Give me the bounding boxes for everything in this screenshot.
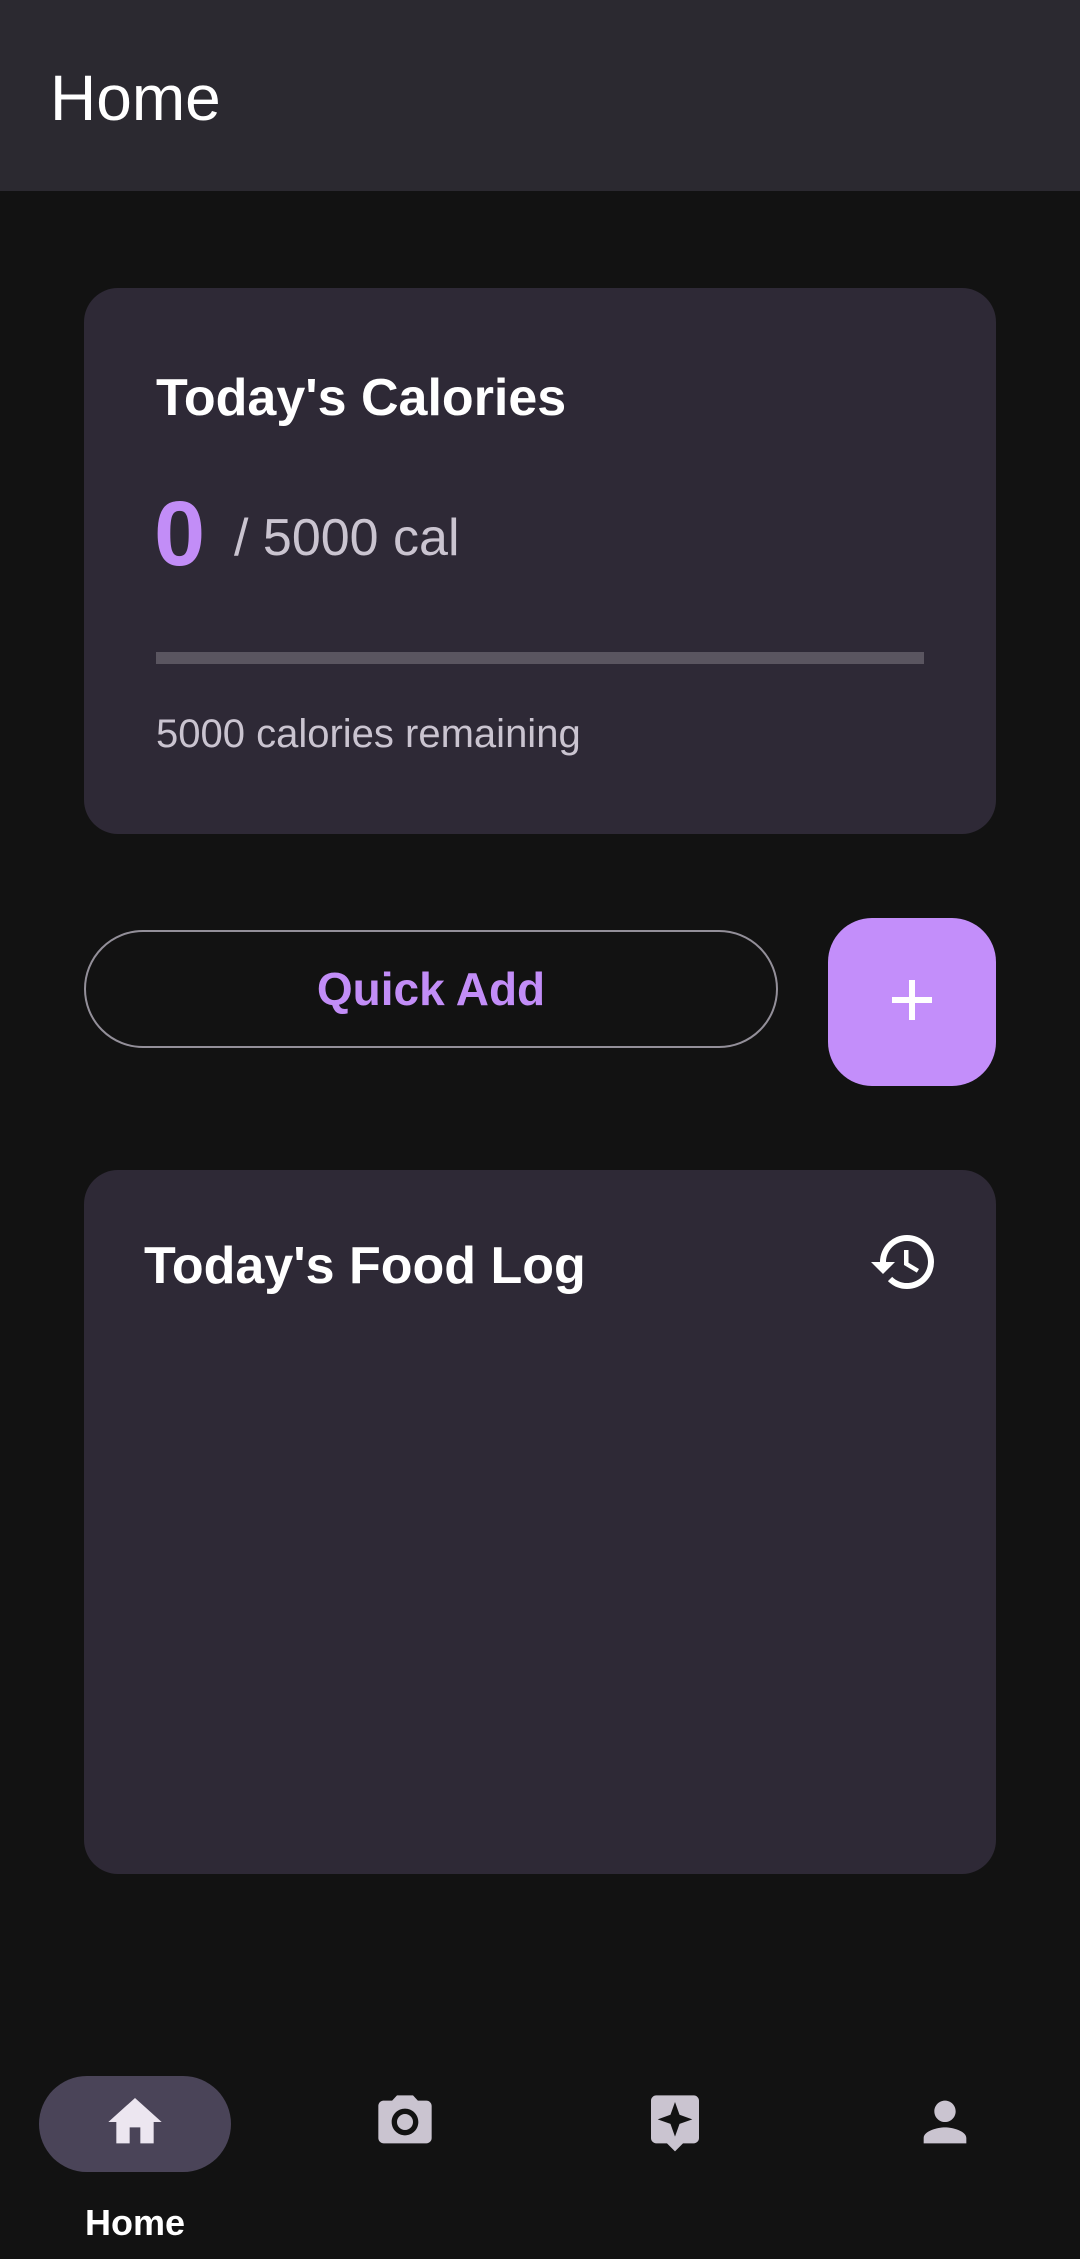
nav-ai-indicator <box>579 2076 771 2172</box>
nav-home-indicator <box>39 2076 231 2172</box>
calories-card: Today's Calories 0 / 5000 cal 5000 calor… <box>84 288 996 834</box>
quick-add-label: Quick Add <box>316 963 546 1015</box>
nav-profile-indicator <box>849 2076 1041 2172</box>
plus-icon <box>888 976 936 1029</box>
calories-progress-bar <box>156 652 924 664</box>
food-log-card: Today's Food Log <box>84 1170 996 1874</box>
nav-item-home[interactable]: Home <box>0 2052 270 2252</box>
sparkle-icon <box>643 2090 707 2159</box>
bottom-navigation: Home <box>0 2030 1080 2259</box>
nav-label-home: Home <box>84 2202 186 2243</box>
calories-card-title: Today's Calories <box>156 369 567 427</box>
page-title: Home <box>50 62 221 134</box>
nav-item-profile[interactable] <box>810 2052 1080 2252</box>
quick-add-button[interactable]: Quick Add <box>84 930 778 1048</box>
nav-camera-indicator <box>309 2076 501 2172</box>
food-log-title: Today's Food Log <box>144 1237 586 1295</box>
calories-consumed: 0 <box>154 483 206 585</box>
history-button[interactable] <box>864 1224 944 1304</box>
add-food-button[interactable] <box>828 918 996 1086</box>
home-icon <box>103 2090 167 2159</box>
calories-remaining: 5000 calories remaining <box>156 712 581 756</box>
calories-goal: / 5000 cal <box>234 509 460 567</box>
camera-icon <box>373 2090 437 2159</box>
top-app-bar: Home <box>0 0 1080 191</box>
nav-item-ai[interactable] <box>540 2052 810 2252</box>
person-icon <box>913 2090 977 2159</box>
history-icon <box>868 1226 940 1303</box>
nav-item-camera[interactable] <box>270 2052 540 2252</box>
